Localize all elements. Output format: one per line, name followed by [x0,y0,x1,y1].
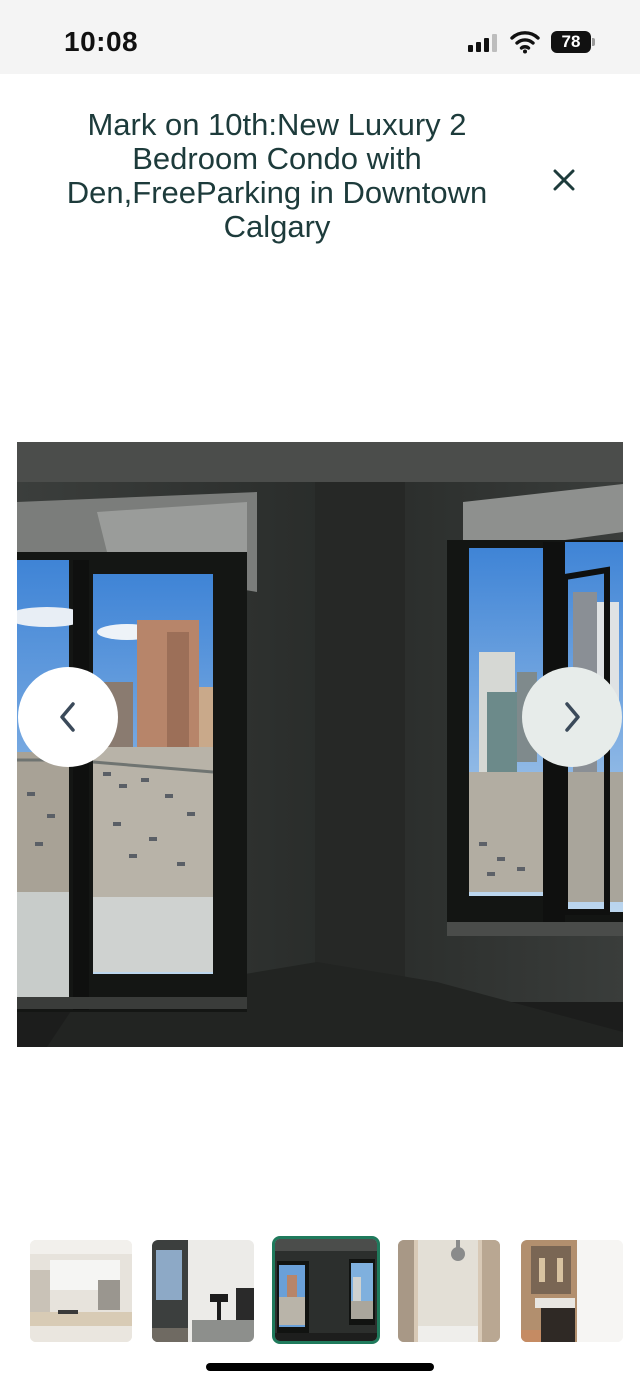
status-bar: 10:08 78 [0,0,640,74]
chevron-right-icon [565,702,580,732]
thumbnail-shower[interactable] [398,1240,500,1342]
home-indicator [206,1363,434,1371]
close-icon [553,169,575,191]
listing-title: Mark on 10th:New Luxury 2 Bedroom Condo … [66,107,488,244]
wifi-icon [510,30,540,54]
thumbnail-bedroom[interactable] [152,1240,254,1342]
previous-photo-button[interactable] [18,667,118,767]
chevron-left-icon [60,702,75,732]
status-time: 10:08 [64,26,139,57]
thumbnail-strip [0,1236,640,1344]
thumbnail-kitchen[interactable] [30,1240,132,1342]
battery-level: 78 [551,31,591,53]
thumbnail-bathroom[interactable] [521,1240,623,1342]
cellular-signal-icon [468,34,498,52]
next-photo-button[interactable] [522,667,622,767]
thumbnail-corner-windows[interactable] [272,1236,380,1344]
close-button[interactable] [544,160,584,200]
battery-icon: 78 [551,31,595,53]
